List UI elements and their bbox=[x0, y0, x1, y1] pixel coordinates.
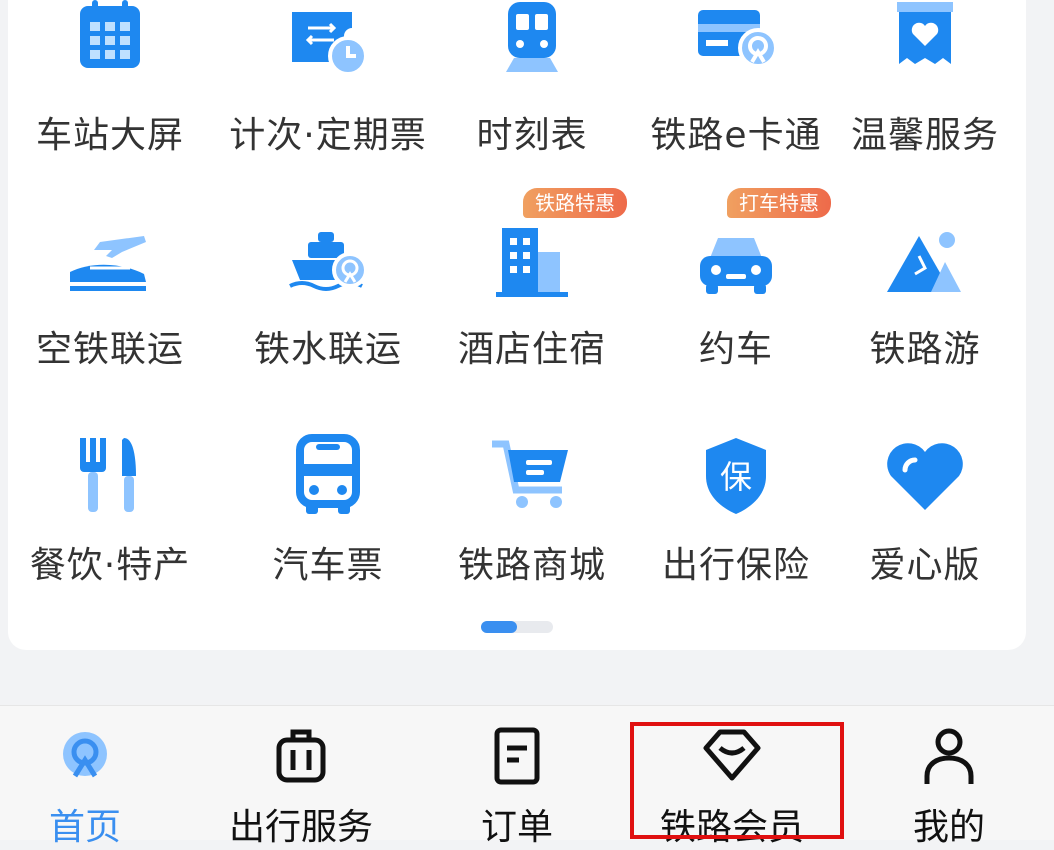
grid-item-rail-card[interactable]: 铁路e卡通 bbox=[631, 0, 841, 200]
tab-rail-membership[interactable]: 铁路会员 bbox=[627, 706, 837, 848]
grid-item-rail-tour[interactable]: 铁路游 bbox=[820, 214, 1030, 414]
grid-item-insurance[interactable]: 保 出行保险 bbox=[631, 430, 841, 630]
grid-item-food[interactable]: 餐饮·特产 bbox=[5, 430, 215, 630]
grid-item-label: 温馨服务 bbox=[850, 115, 999, 156]
grid-item-air-rail[interactable]: 空铁联运 bbox=[5, 214, 215, 414]
svg-text:保: 保 bbox=[720, 458, 752, 496]
fork-knife-icon bbox=[60, 430, 160, 530]
luggage-icon bbox=[269, 724, 333, 788]
tab-label: 订单 bbox=[480, 807, 553, 848]
rail-card-icon bbox=[686, 0, 786, 92]
grid-item-label: 车站大屏 bbox=[35, 115, 184, 156]
hotel-icon bbox=[482, 218, 582, 318]
user-icon bbox=[917, 724, 981, 788]
tab-home[interactable]: 首页 bbox=[0, 706, 190, 848]
ticket-clock-icon bbox=[278, 0, 378, 92]
grid-item-label: 汽车票 bbox=[272, 545, 384, 586]
grid-item-hotel[interactable]: 酒店住宿 铁路特惠 bbox=[427, 188, 637, 414]
grid-item-label: 酒店住宿 bbox=[457, 329, 606, 370]
grid-item-label: 出行保险 bbox=[661, 545, 810, 586]
grid-item-rail-mall[interactable]: 铁路商城 bbox=[427, 430, 637, 630]
grid-item-label: 计次·定期票 bbox=[229, 115, 427, 156]
mountain-icon bbox=[875, 218, 975, 318]
heart-icon bbox=[875, 430, 975, 530]
plane-train-icon bbox=[60, 218, 160, 318]
heart-box-icon bbox=[875, 0, 975, 92]
grid-item-label: 铁路商城 bbox=[457, 545, 606, 586]
grid-item-warm-service[interactable]: 温馨服务 bbox=[820, 0, 1030, 200]
tab-label: 首页 bbox=[48, 807, 121, 848]
grid-item-care-mode[interactable]: 爱心版 bbox=[820, 430, 1030, 630]
shield-icon: 保 bbox=[686, 430, 786, 530]
train-icon bbox=[482, 0, 582, 92]
grid-item-bus-ticket[interactable]: 汽车票 bbox=[223, 430, 433, 630]
page-indicator bbox=[481, 621, 553, 633]
services-grid: 车站大屏 计次·定期票 时刻表 铁路e卡通 温馨服务 空铁联运 铁水联运 酒店住… bbox=[0, 0, 1054, 660]
grid-item-periodic-ticket[interactable]: 计次·定期票 bbox=[223, 0, 433, 200]
grid-item-label: 餐饮·特产 bbox=[29, 545, 191, 586]
tab-orders[interactable]: 订单 bbox=[412, 706, 622, 848]
grid-item-label: 时刻表 bbox=[476, 115, 588, 156]
grid-item-rail-water[interactable]: 铁水联运 bbox=[223, 214, 433, 414]
tab-mine[interactable]: 我的 bbox=[844, 706, 1054, 848]
tab-label: 我的 bbox=[912, 807, 985, 848]
grid-item-label: 约车 bbox=[698, 329, 773, 370]
tab-label: 出行服务 bbox=[228, 807, 373, 848]
bus-icon bbox=[278, 430, 378, 530]
grid-item-label: 爱心版 bbox=[869, 545, 981, 586]
car-icon bbox=[686, 218, 786, 318]
grid-item-label: 铁水联运 bbox=[253, 329, 402, 370]
ride-promo-badge: 打车特惠 bbox=[727, 188, 831, 218]
grid-item-label: 铁路e卡通 bbox=[650, 115, 822, 156]
ship-icon bbox=[278, 218, 378, 318]
page-indicator-active bbox=[481, 621, 517, 633]
tab-travel-service[interactable]: 出行服务 bbox=[196, 706, 406, 848]
station-screen-icon bbox=[60, 0, 160, 92]
cart-icon bbox=[482, 430, 582, 530]
order-doc-icon bbox=[485, 724, 549, 788]
grid-item-label: 空铁联运 bbox=[35, 329, 184, 370]
tab-label: 铁路会员 bbox=[659, 807, 804, 848]
diamond-icon bbox=[700, 724, 764, 788]
grid-item-station-screen[interactable]: 车站大屏 bbox=[5, 0, 215, 200]
bottom-tab-bar: 首页 出行服务 订单 铁路会员 我的 bbox=[0, 705, 1054, 848]
grid-item-timetable[interactable]: 时刻表 bbox=[427, 0, 637, 200]
grid-item-label: 铁路游 bbox=[869, 329, 981, 370]
railway-logo-icon bbox=[53, 724, 117, 788]
grid-item-ride[interactable]: 约车 打车特惠 bbox=[631, 188, 841, 414]
hotel-promo-badge: 铁路特惠 bbox=[523, 188, 627, 218]
